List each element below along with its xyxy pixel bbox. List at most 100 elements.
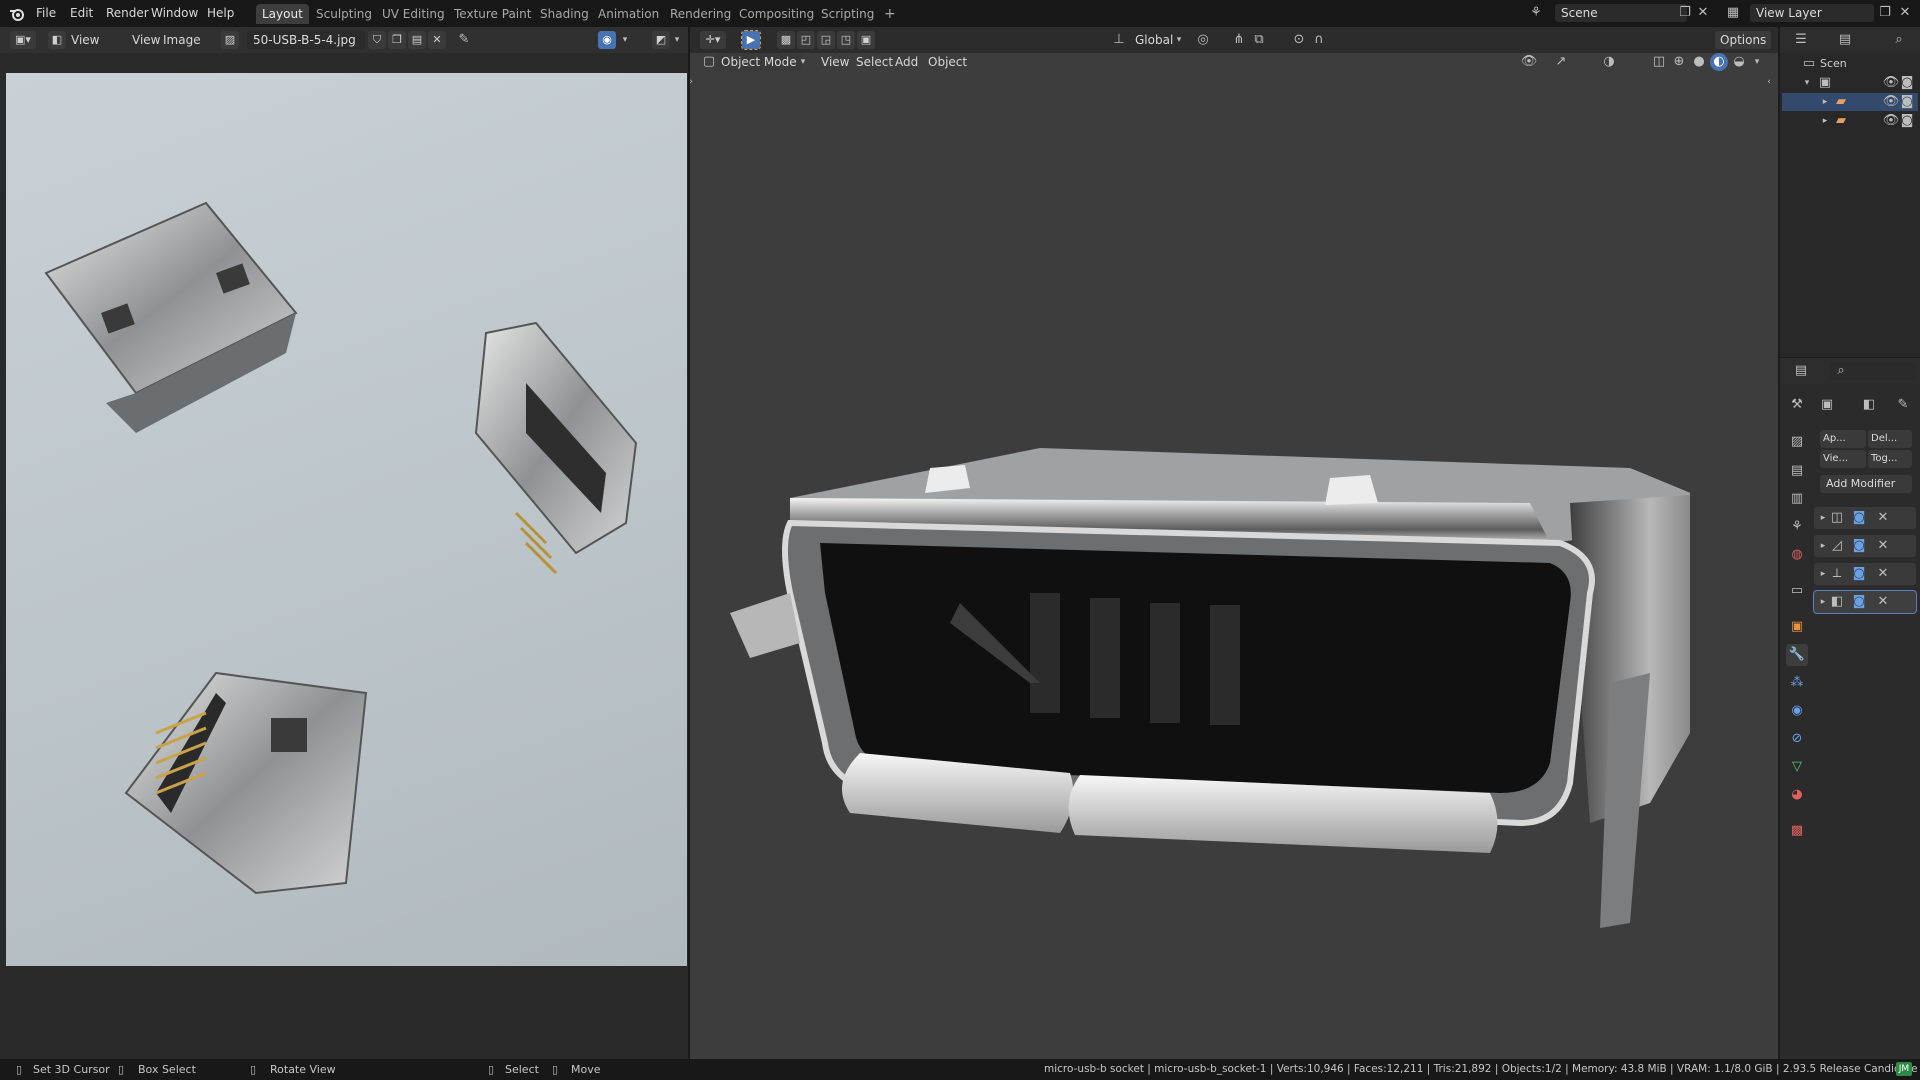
snap-increment-icon[interactable]: ⧉: [1250, 31, 1268, 49]
select-subtract-icon[interactable]: ◲: [817, 31, 835, 49]
editor-type-icon[interactable]: ▤: [1792, 362, 1810, 380]
visibility-icon[interactable]: 👁: [1520, 53, 1538, 71]
expand-arrow-icon[interactable]: ▾: [1798, 74, 1816, 92]
select-extend-icon[interactable]: ◰: [797, 31, 815, 49]
delete-scene-icon[interactable]: ✕: [1694, 4, 1712, 22]
view-mode-dropdown[interactable]: View: [66, 31, 104, 49]
falloff-icon[interactable]: ∩: [1310, 31, 1328, 49]
editor-type-icon[interactable]: ▣▾: [10, 31, 36, 49]
chevron-down-icon[interactable]: ▾: [616, 31, 634, 49]
new-view-layer-icon[interactable]: ❐: [1876, 4, 1894, 22]
menu-view[interactable]: View: [816, 53, 854, 71]
scene-tab-icon[interactable]: ⚘: [1786, 516, 1808, 538]
gizmo-icon[interactable]: ↗: [1552, 53, 1570, 71]
menu-help[interactable]: Help: [201, 4, 240, 22]
select-tool-icon[interactable]: ▶: [741, 30, 761, 50]
image-editor-canvas[interactable]: [0, 53, 688, 1059]
overlays-icon[interactable]: ◑: [1600, 53, 1618, 71]
view-layer-tab-icon[interactable]: ▥: [1786, 488, 1808, 510]
close-icon[interactable]: ✕: [1874, 509, 1892, 527]
proportional-edit-icon[interactable]: ⊙: [1290, 31, 1308, 49]
delete-button[interactable]: Del...: [1868, 430, 1912, 448]
chevron-down-icon[interactable]: ▾: [794, 53, 812, 71]
tab-uv-editing[interactable]: UV Editing: [376, 4, 451, 24]
camera-render-icon[interactable]: ◙: [1898, 93, 1916, 111]
output-tab-icon[interactable]: ▤: [1786, 460, 1808, 482]
fake-user-shield-icon[interactable]: ⛉: [368, 31, 386, 49]
menu-window[interactable]: Window: [145, 4, 204, 22]
modifier-toggle-icon[interactable]: ◙: [1850, 537, 1868, 555]
options-dropdown[interactable]: Options: [1715, 31, 1772, 49]
menu-file[interactable]: File: [30, 4, 62, 22]
texture-tab-icon[interactable]: ▩: [1786, 820, 1808, 842]
sidebar-toggle-icon[interactable]: ‹: [1760, 73, 1778, 91]
tab-animation[interactable]: Animation: [592, 4, 665, 24]
view-layer-field[interactable]: View Layer: [1750, 4, 1874, 22]
data-tab-icon[interactable]: ▽: [1786, 756, 1808, 778]
menu-image[interactable]: Image: [158, 31, 206, 49]
viewport-toggle-button[interactable]: Vie...: [1820, 450, 1866, 468]
camera-render-icon[interactable]: ◙: [1898, 112, 1916, 130]
collection-tab-icon[interactable]: ▭: [1786, 580, 1808, 602]
apply-button[interactable]: Ap...: [1820, 430, 1866, 448]
image-browse-icon[interactable]: ▨: [221, 31, 239, 49]
open-image-icon[interactable]: ▤: [408, 31, 426, 49]
modifier-row[interactable]: ▸ ◫ ◙ ✕: [1814, 507, 1916, 529]
select-intersect-icon[interactable]: ▣: [857, 31, 875, 49]
add-workspace-button[interactable]: +: [878, 4, 902, 24]
properties-search-field[interactable]: ⌕: [1830, 362, 1916, 380]
tab-shading[interactable]: Shading: [534, 4, 595, 24]
tab-scripting[interactable]: Scripting: [815, 4, 880, 24]
outliner-object-row[interactable]: ▸ ▰ 👁 ◙: [1782, 112, 1918, 130]
object-tab-icon[interactable]: ▣: [1786, 616, 1808, 638]
delete-view-layer-icon[interactable]: ✕: [1896, 4, 1914, 22]
outliner-scene-row[interactable]: ▭ Scen: [1782, 55, 1918, 73]
chevron-down-icon[interactable]: ▾: [1748, 53, 1766, 71]
overlay-icon[interactable]: ◉: [598, 31, 616, 49]
menu-edit[interactable]: Edit: [64, 4, 99, 22]
usb-socket-model[interactable]: [730, 383, 1730, 983]
notification-icon[interactable]: JM: [1896, 1062, 1912, 1076]
tab-rendering[interactable]: Rendering: [664, 4, 737, 24]
modifier-context-icon[interactable]: ◧: [1860, 396, 1878, 414]
close-icon[interactable]: ✕: [1874, 565, 1892, 583]
tab-layout[interactable]: Layout: [256, 4, 309, 24]
modifier-row[interactable]: ▸ ⟂ ◙ ✕: [1814, 563, 1916, 585]
object-data-icon[interactable]: ▣: [1818, 396, 1836, 414]
toolbar-toggle-icon[interactable]: ›: [682, 73, 700, 91]
tab-sculpting[interactable]: Sculpting: [310, 4, 378, 24]
render-tab-icon[interactable]: ▨: [1786, 431, 1808, 453]
world-tab-icon[interactable]: ◍: [1786, 544, 1808, 566]
pivot-point-icon[interactable]: ◎: [1194, 31, 1212, 49]
modifier-tab-icon[interactable]: 🔧: [1786, 644, 1808, 666]
transform-orientation-icon[interactable]: ⊥: [1110, 31, 1128, 49]
chevron-down-icon[interactable]: ▾: [1170, 31, 1188, 49]
close-icon[interactable]: ✕: [1874, 537, 1892, 555]
viewport-3d[interactable]: ▢ Object Mode ▾ View Select Add Object 👁…: [689, 53, 1778, 1059]
unlink-image-icon[interactable]: ✕: [428, 31, 446, 49]
tab-compositing[interactable]: Compositing: [733, 4, 820, 24]
modifier-toggle-icon[interactable]: ◙: [1850, 565, 1868, 583]
camera-render-icon[interactable]: ◙: [1898, 74, 1916, 92]
material-shading-icon[interactable]: ◐: [1710, 53, 1728, 71]
physics-tab-icon[interactable]: ◉: [1786, 700, 1808, 722]
menu-add[interactable]: Add: [890, 53, 923, 71]
select-invert-icon[interactable]: ◳: [837, 31, 855, 49]
object-mode-dropdown[interactable]: Object Mode: [716, 53, 802, 71]
chevron-down-icon[interactable]: ▾: [668, 31, 686, 49]
material-tab-icon[interactable]: ◕: [1786, 784, 1808, 806]
search-icon[interactable]: ⌕: [1890, 31, 1908, 49]
modifier-row[interactable]: ▸ ◿ ◙ ✕: [1814, 535, 1916, 557]
editor-type-icon[interactable]: ✛▾: [700, 31, 726, 49]
pin-icon[interactable]: ✎: [1894, 396, 1912, 414]
wireframe-shading-icon[interactable]: ⊕: [1670, 53, 1688, 71]
editor-type-icon[interactable]: ☰: [1792, 31, 1810, 49]
toggle-button[interactable]: Tog...: [1868, 450, 1912, 468]
blender-logo-icon[interactable]: [8, 5, 26, 23]
xray-icon[interactable]: ◫: [1650, 53, 1668, 71]
constraints-tab-icon[interactable]: ⊘: [1786, 728, 1808, 750]
add-modifier-dropdown[interactable]: Add Modifier: [1820, 475, 1912, 493]
display-mode-icon[interactable]: ▤: [1836, 31, 1854, 49]
snap-icon[interactable]: ⋔: [1230, 31, 1248, 49]
outliner-collection-row[interactable]: ▾ ▣ 👁 ◙: [1782, 74, 1918, 92]
